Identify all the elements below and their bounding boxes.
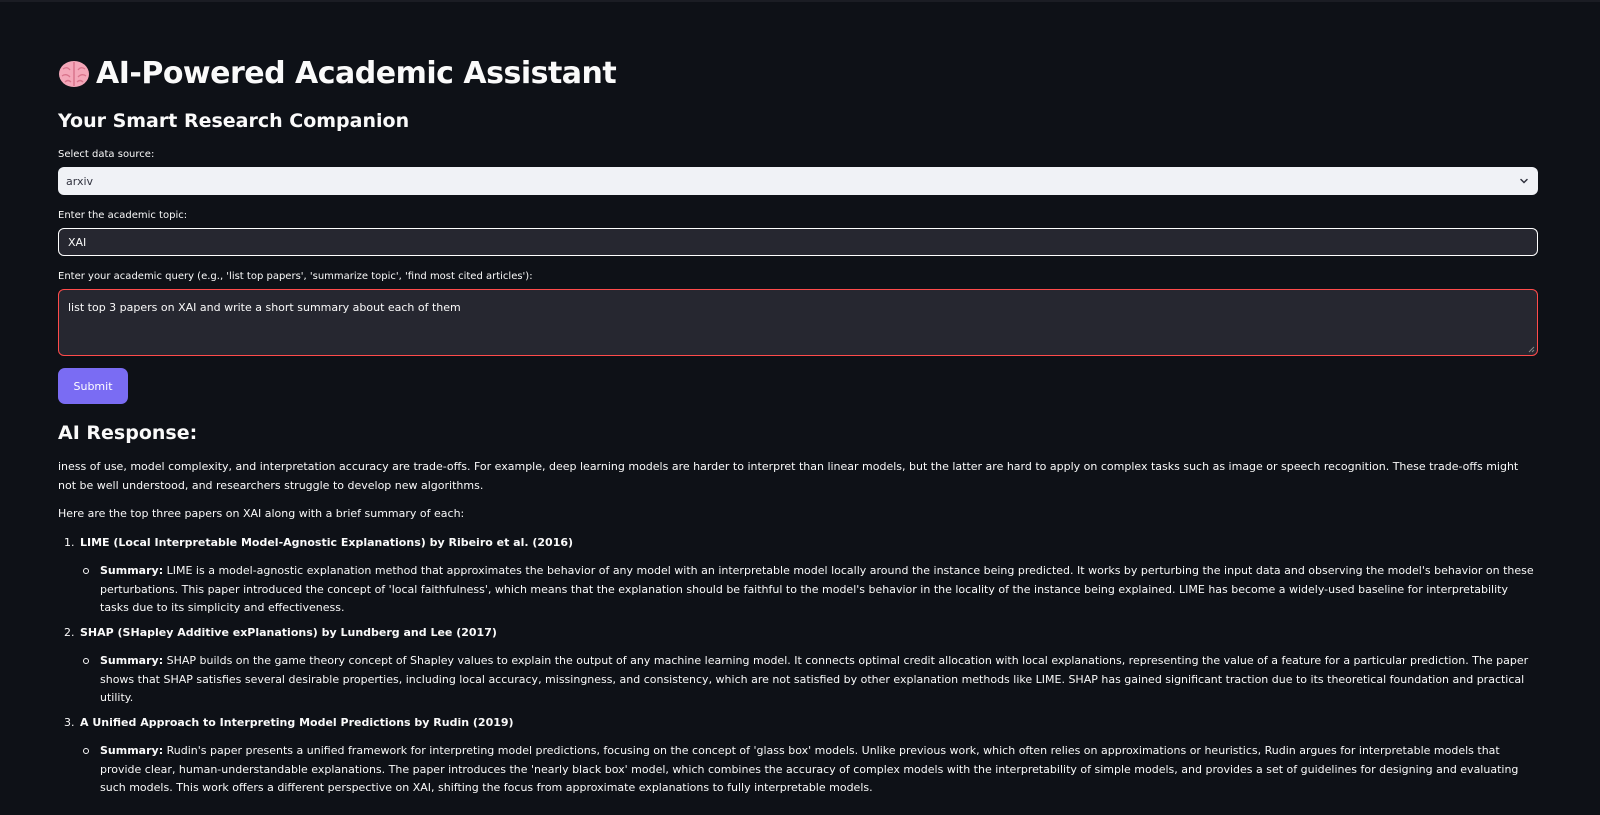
paper-summary: Summary: SHAP builds on the game theory …: [83, 652, 1538, 708]
summary-text: SHAP builds on the game theory concept o…: [100, 654, 1529, 704]
brain-icon: [59, 60, 89, 87]
summary-label: Summary:: [100, 654, 164, 667]
page-subtitle: Your Smart Research Companion: [58, 110, 410, 132]
page-title: AI-Powered Academic Assistant: [58, 56, 617, 91]
paper-title: A Unified Approach to Interpreting Model…: [80, 715, 514, 729]
paper-summary-list: Summary: Rudin's paper presents a unifie…: [83, 742, 1538, 798]
paper-summary: Summary: LIME is a model-agnostic explan…: [83, 562, 1538, 618]
response-intro: iness of use, model complexity, and inte…: [58, 460, 1519, 492]
paper-item: A Unified Approach to Interpreting Model…: [78, 714, 1538, 798]
topic-input-value: XAI: [68, 235, 87, 249]
topic-input[interactable]: XAI: [58, 228, 1538, 256]
chevron-down-icon[interactable]: [1519, 176, 1529, 186]
top-strip: [0, 0, 1600, 2]
paper-summary: Summary: Rudin's paper presents a unifie…: [83, 742, 1538, 798]
data-source-label: Select data source:: [58, 149, 155, 160]
query-textarea[interactable]: list top 3 papers on XAI and write a sho…: [58, 289, 1538, 356]
paper-title: LIME (Local Interpretable Model-Agnostic…: [80, 535, 574, 549]
resize-handle-icon[interactable]: [1527, 345, 1535, 353]
summary-text: LIME is a model-agnostic explanation met…: [100, 564, 1534, 614]
query-label: Enter your academic query (e.g., 'list t…: [58, 271, 533, 282]
paper-list: LIME (Local Interpretable Model-Agnostic…: [78, 534, 1538, 798]
paper-item: LIME (Local Interpretable Model-Agnostic…: [78, 534, 1538, 618]
summary-text: Rudin's paper presents a unified framewo…: [100, 744, 1519, 794]
paper-item: SHAP (SHapley Additive exPlanations) by …: [78, 624, 1538, 708]
response-lead: Here are the top three papers on XAI alo…: [58, 507, 465, 520]
submit-button[interactable]: Submit: [58, 368, 128, 404]
bullet-icon: [83, 568, 89, 574]
paper-summary-list: Summary: LIME is a model-agnostic explan…: [83, 562, 1538, 618]
summary-label: Summary:: [100, 564, 164, 577]
query-textarea-value: list top 3 papers on XAI and write a sho…: [68, 301, 461, 314]
topic-label: Enter the academic topic:: [58, 210, 188, 221]
ai-response: iness of use, model complexity, and inte…: [58, 458, 1538, 804]
bullet-icon: [83, 658, 89, 664]
paper-summary-list: Summary: SHAP builds on the game theory …: [83, 652, 1538, 708]
paper-title: SHAP (SHapley Additive exPlanations) by …: [80, 625, 497, 639]
summary-label: Summary:: [100, 744, 164, 757]
bullet-icon: [83, 748, 89, 754]
data-source-select[interactable]: arxiv: [58, 167, 1538, 195]
page-title-text: AI-Powered Academic Assistant: [96, 56, 617, 91]
data-source-value: arxiv: [66, 174, 94, 188]
response-heading: AI Response:: [58, 422, 198, 444]
